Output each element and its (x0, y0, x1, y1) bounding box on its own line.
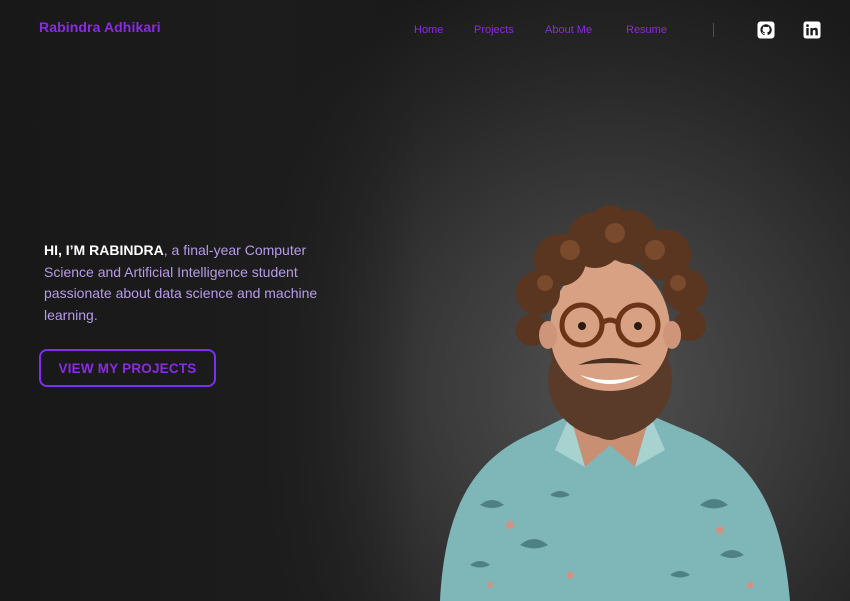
nav-divider (713, 23, 714, 37)
landing-page: Rabindra Adhikari Home Projects About Me… (0, 0, 850, 601)
profile-photo (420, 205, 800, 601)
linkedin-icon[interactable] (803, 21, 821, 39)
nav-resume[interactable]: Resume (626, 24, 667, 36)
view-projects-button[interactable]: VIEW MY PROJECTS (39, 349, 216, 387)
nav-about-me[interactable]: About Me (545, 24, 592, 36)
nav-projects[interactable]: Projects (474, 24, 514, 36)
hero-intro: HI, I’M RABINDRA, a final-year Computer … (44, 240, 344, 326)
nav-home[interactable]: Home (414, 24, 443, 36)
github-icon[interactable] (757, 21, 775, 39)
hero-greeting: HI, I’M RABINDRA (44, 242, 164, 258)
brand-name[interactable]: Rabindra Adhikari (39, 19, 161, 35)
